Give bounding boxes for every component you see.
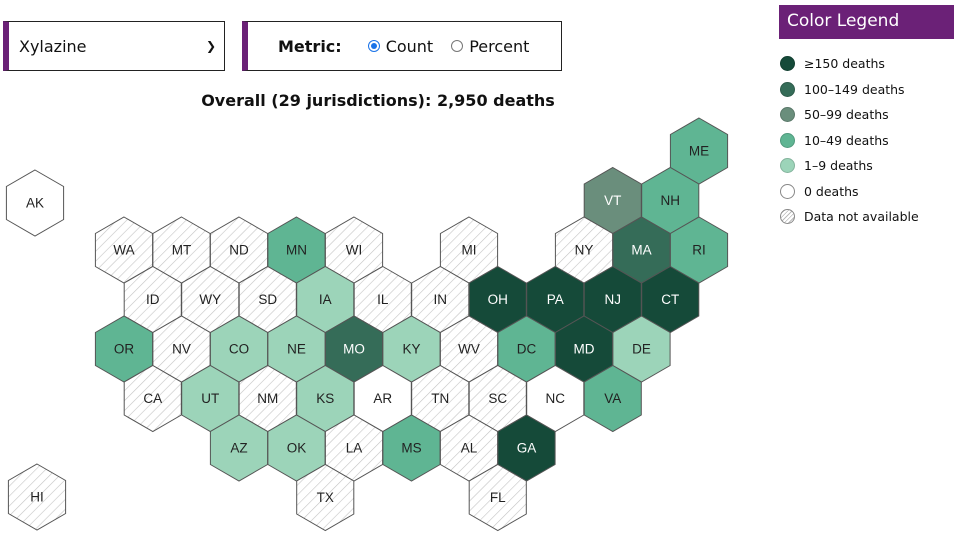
state-label: WI <box>346 243 363 258</box>
legend-item-10_49: 10–49 deaths <box>779 128 954 154</box>
state-label: NH <box>661 193 681 208</box>
state-label: TN <box>431 391 449 406</box>
legend-label: 0 deaths <box>804 183 859 199</box>
state-label: ME <box>689 144 709 159</box>
state-label: NJ <box>605 292 622 307</box>
state-label: MA <box>631 243 651 258</box>
state-label: AR <box>373 391 392 406</box>
state-label: NC <box>546 391 566 406</box>
state-label: LA <box>346 441 363 456</box>
state-label: MD <box>574 342 595 357</box>
state-label: MN <box>286 243 307 258</box>
legend-label: 50–99 deaths <box>804 107 889 123</box>
state-label: NM <box>257 391 278 406</box>
legend-label: 1–9 deaths <box>804 158 873 174</box>
legend-swatch-icon <box>780 132 795 148</box>
state-label: AK <box>26 196 44 211</box>
legend-swatch-icon <box>780 56 795 72</box>
legend-label: 10–49 deaths <box>804 132 889 148</box>
state-label: VA <box>604 391 621 406</box>
state-label: MI <box>462 243 477 258</box>
state-label: MS <box>401 441 421 456</box>
legend-label: 100–149 deaths <box>804 81 905 97</box>
legend-item-0: 0 deaths <box>779 179 954 205</box>
state-label: DE <box>632 342 651 357</box>
state-label: OR <box>114 342 135 357</box>
legend-item-1_9: 1–9 deaths <box>779 153 954 179</box>
state-label: FL <box>490 490 506 505</box>
state-label: AL <box>461 441 478 456</box>
state-label: CO <box>229 342 249 357</box>
state-label: OK <box>287 441 307 456</box>
legend-item-50_99: 50–99 deaths <box>779 102 954 128</box>
state-label: KY <box>402 342 420 357</box>
legend-swatch-icon <box>780 209 795 225</box>
state-label: VT <box>604 193 621 208</box>
state-label: OH <box>488 292 508 307</box>
state-label: MT <box>172 243 192 258</box>
state-label: DC <box>517 342 537 357</box>
state-label: IN <box>434 292 448 307</box>
state-label: NE <box>287 342 306 357</box>
state-label: SD <box>258 292 277 307</box>
state-label: KS <box>316 391 334 406</box>
state-label: CA <box>143 391 162 406</box>
state-label: WY <box>199 292 221 307</box>
legend-swatch-icon <box>780 183 795 199</box>
state-label: HI <box>30 490 44 505</box>
legend-swatch-icon <box>780 158 795 174</box>
state-label: CT <box>661 292 679 307</box>
state-label: ND <box>229 243 249 258</box>
legend-item-na: Data not available <box>779 204 954 230</box>
state-label: NV <box>172 342 191 357</box>
state-label: UT <box>201 391 219 406</box>
state-label: MO <box>343 342 365 357</box>
legend-item-100_149: 100–149 deaths <box>779 77 954 103</box>
state-label: AZ <box>230 441 247 456</box>
state-label: IL <box>377 292 389 307</box>
color-legend: Color Legend ≥150 deaths 100–149 deaths 50… <box>779 5 954 230</box>
legend-swatch-icon <box>780 107 795 123</box>
state-label: IA <box>319 292 332 307</box>
state-label: WV <box>458 342 480 357</box>
state-hex-hi[interactable]: HI <box>7 463 67 531</box>
state-hex-ak[interactable]: AK <box>5 169 65 237</box>
state-label: GA <box>517 441 537 456</box>
state-label: PA <box>547 292 564 307</box>
state-label: TX <box>317 490 334 505</box>
legend-title: Color Legend <box>779 5 954 39</box>
state-label: RI <box>692 243 706 258</box>
state-label: NY <box>575 243 594 258</box>
legend-label: ≥150 deaths <box>804 56 885 72</box>
state-label: ID <box>146 292 160 307</box>
legend-item-ge150: ≥150 deaths <box>779 51 954 77</box>
hex-map: ME VT NH WA MT ND MN WI MI NY MA RI ID WY SD IA IL IN OH PA… <box>5 117 729 532</box>
legend-swatch-icon <box>780 81 795 97</box>
state-label: WA <box>113 243 134 258</box>
legend-label: Data not available <box>804 209 919 225</box>
state-label: SC <box>488 391 507 406</box>
